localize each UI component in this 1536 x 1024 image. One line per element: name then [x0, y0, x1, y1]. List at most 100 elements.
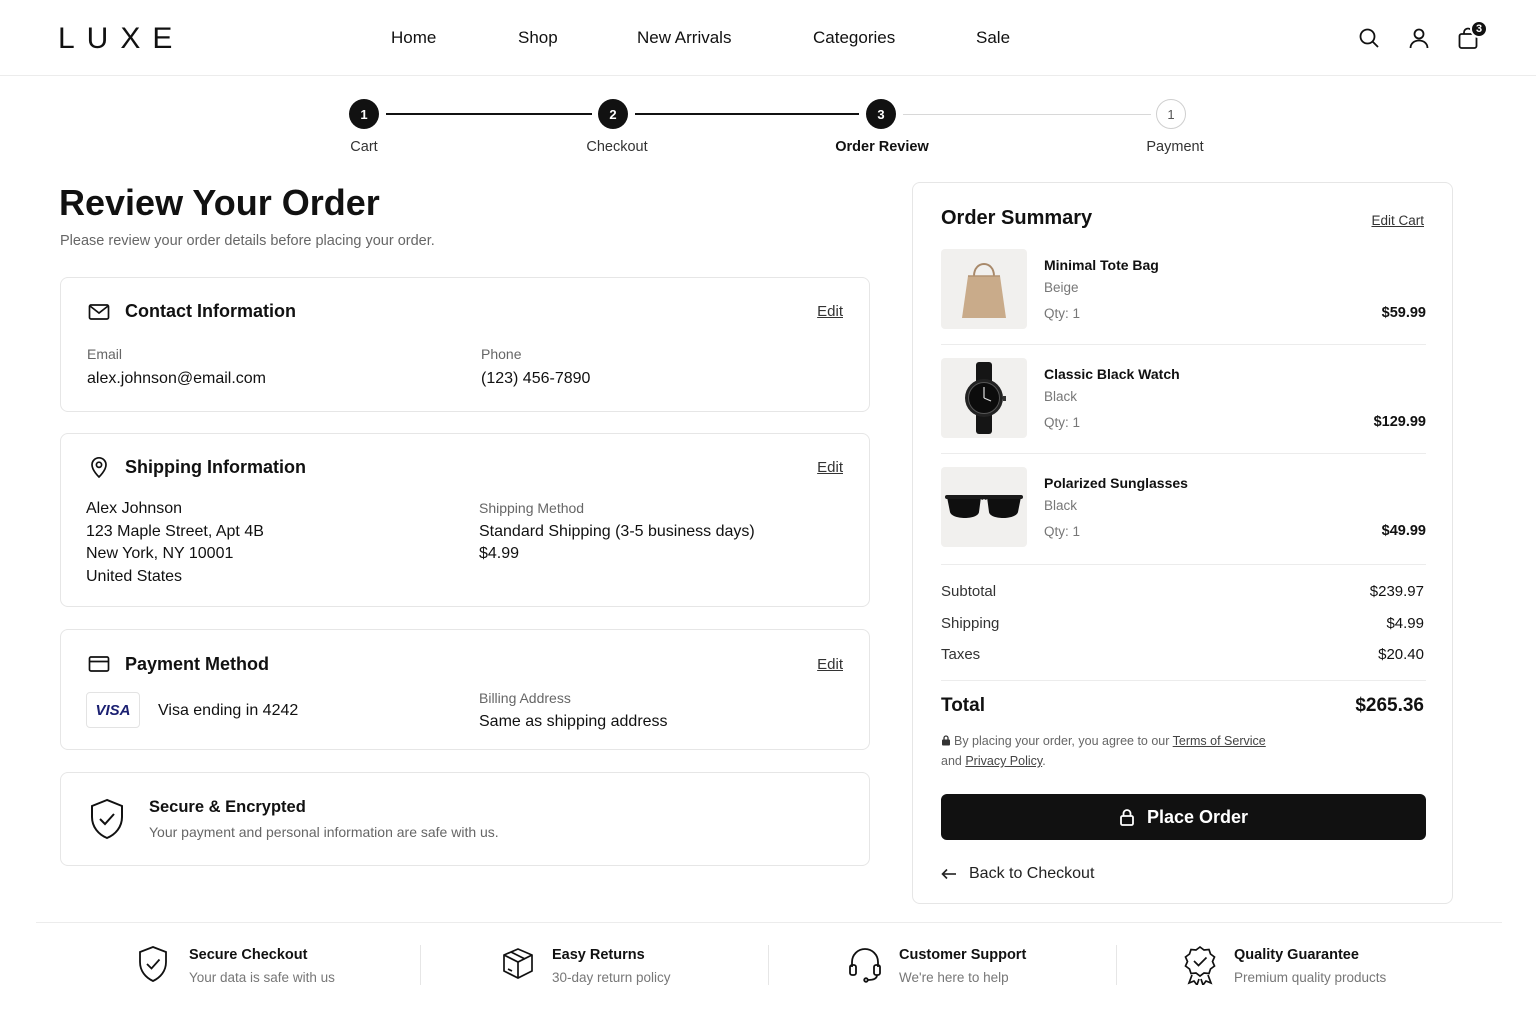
feature-subtitle: We're here to help [899, 970, 1009, 985]
divider [941, 564, 1426, 565]
shipping-country: United States [86, 568, 183, 585]
feature-subtitle: Premium quality products [1234, 970, 1387, 985]
back-to-checkout-label: Back to Checkout [969, 865, 1095, 882]
phone-label: Phone [481, 346, 522, 362]
shipping-city: New York, NY 10001 [86, 545, 234, 562]
step-checkout-label[interactable]: Checkout [586, 139, 647, 155]
feature-title: Quality Guarantee [1234, 947, 1359, 963]
feature-title: Secure Checkout [189, 947, 308, 963]
step-cart-number: 1 [349, 99, 379, 129]
cart-item: Classic Black Watch Black Qty: 1 $129.99 [941, 358, 1426, 458]
total-value: $265.36 [1355, 695, 1424, 716]
shipping-cost-label: Shipping [941, 615, 1000, 632]
map-pin-icon [87, 455, 111, 479]
back-to-checkout-link[interactable]: Back to Checkout [941, 865, 1094, 883]
item-name: Classic Black Watch [1044, 366, 1180, 382]
small-lock-icon [941, 735, 951, 746]
item-variant: Beige [1044, 280, 1079, 295]
credit-card-icon [87, 652, 111, 676]
nav-shop[interactable]: Shop [518, 28, 558, 48]
page-subtitle: Please review your order details before … [60, 233, 435, 249]
step-connector [635, 113, 859, 115]
nav-categories[interactable]: Categories [813, 28, 895, 48]
edit-cart-link[interactable]: Edit Cart [1371, 213, 1424, 228]
step-checkout-number: 2 [598, 99, 628, 129]
order-summary-panel: Order Summary Edit Cart Minimal Tote Bag… [912, 182, 1453, 904]
step-cart-label[interactable]: Cart [350, 139, 377, 155]
step-order-review-label: Order Review [835, 139, 929, 155]
headset-icon [847, 945, 883, 985]
secure-encrypted-card: Secure & Encrypted Your payment and pers… [60, 772, 870, 866]
shipping-street: 123 Maple Street, Apt 4B [86, 523, 264, 540]
total-label: Total [941, 695, 985, 716]
shipping-cost-value: $4.99 [1386, 615, 1424, 632]
shield-check-icon [137, 945, 173, 985]
terms-of-service-link[interactable]: Terms of Service [1173, 734, 1266, 748]
feature-title: Customer Support [899, 947, 1027, 963]
secure-title: Secure & Encrypted [149, 798, 306, 816]
return-box-icon [500, 945, 536, 985]
search-icon[interactable] [1357, 26, 1381, 52]
item-price: $129.99 [1373, 414, 1426, 430]
item-quantity: Qty: 1 [1044, 415, 1081, 430]
cart-item: Polarized Sunglasses Black Qty: 1 $49.99 [941, 467, 1426, 567]
billing-address-value: Same as shipping address [479, 713, 668, 730]
subtotal-label: Subtotal [941, 583, 997, 600]
user-icon[interactable] [1407, 26, 1431, 52]
feature-subtitle: Your data is safe with us [189, 970, 335, 985]
feature-title: Easy Returns [552, 947, 645, 963]
taxes-label: Taxes [941, 646, 981, 663]
item-name: Polarized Sunglasses [1044, 475, 1188, 491]
taxes-value: $20.40 [1378, 646, 1424, 663]
feature-subtitle: 30-day return policy [552, 970, 671, 985]
email-value: alex.johnson@email.com [87, 370, 266, 387]
terms-suffix: . [1042, 754, 1046, 768]
divider [941, 453, 1426, 454]
shipping-information-card: Shipping Information Edit Alex Johnson 1… [60, 433, 870, 607]
nav-new-arrivals[interactable]: New Arrivals [637, 28, 731, 48]
item-price: $49.99 [1381, 523, 1426, 539]
cart-item: Minimal Tote Bag Beige Qty: 1 $59.99 [941, 249, 1426, 349]
item-name: Minimal Tote Bag [1044, 257, 1159, 273]
terms-and: and [941, 754, 966, 768]
step-order-review-number: 3 [866, 99, 896, 129]
site-header: LUXE Home Shop New Arrivals Categories S… [0, 0, 1536, 76]
privacy-policy-link[interactable]: Privacy Policy [965, 754, 1042, 768]
brand-logo[interactable]: LUXE [58, 22, 184, 56]
visa-logo: VISA [86, 692, 140, 728]
phone-value: (123) 456-7890 [481, 370, 591, 387]
card-ending-text: Visa ending in 4242 [158, 702, 299, 719]
feature-separator [768, 945, 769, 985]
footer-divider [36, 922, 1502, 923]
cart-count-badge: 3 [1470, 20, 1488, 38]
payment-card-title: Payment Method [125, 654, 270, 674]
shipping-card-title: Shipping Information [125, 457, 306, 477]
payment-method-card: Payment Method Edit VISA Visa ending in … [60, 629, 870, 750]
item-price: $59.99 [1381, 305, 1426, 321]
divider [941, 344, 1426, 345]
nav-sale[interactable]: Sale [976, 28, 1010, 48]
award-badge-icon [1182, 945, 1218, 985]
email-label: Email [87, 346, 123, 362]
step-payment-label: Payment [1146, 139, 1204, 155]
page-title: Review Your Order [59, 182, 380, 223]
tote-bag-image [941, 249, 1027, 329]
item-quantity: Qty: 1 [1044, 524, 1081, 539]
step-connector [903, 114, 1151, 115]
subtotal-value: $239.97 [1369, 583, 1424, 600]
shield-check-icon [89, 798, 125, 840]
step-connector [386, 113, 592, 115]
terms-notice: By placing your order, you agree to our … [941, 731, 1361, 771]
edit-shipping-link[interactable]: Edit [817, 459, 843, 476]
edit-payment-link[interactable]: Edit [817, 656, 843, 673]
edit-contact-link[interactable]: Edit [817, 303, 843, 320]
item-variant: Black [1044, 498, 1078, 513]
item-quantity: Qty: 1 [1044, 306, 1081, 321]
feature-separator [420, 945, 421, 985]
nav-home[interactable]: Home [391, 28, 436, 48]
mail-icon [87, 300, 111, 324]
terms-prefix: By placing your order, you agree to our [954, 734, 1173, 748]
place-order-button[interactable]: Place Order [941, 794, 1426, 840]
secure-text: Your payment and personal information ar… [149, 824, 499, 840]
shipping-method-price: $4.99 [479, 545, 520, 562]
